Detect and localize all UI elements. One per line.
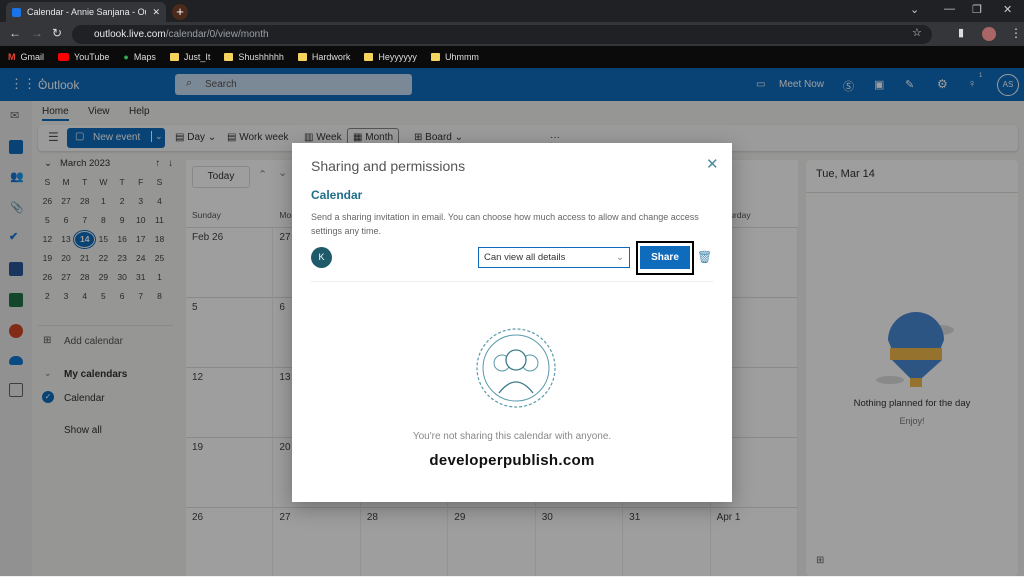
permission-dropdown[interactable]: Can view all details ⌄ xyxy=(478,247,630,268)
minimize-icon[interactable]: — xyxy=(944,3,955,15)
folder-icon xyxy=(169,53,179,61)
bookmark-label: Heyyyyyy xyxy=(378,52,417,62)
close-tab-icon[interactable]: ✕ xyxy=(152,7,160,18)
bookmark-youtube[interactable]: YouTube xyxy=(58,52,109,62)
empty-sharing-message: You're not sharing this calendar with an… xyxy=(412,431,612,442)
bookmark-folder[interactable]: Shushhhhh xyxy=(224,52,284,62)
new-tab-button[interactable]: + xyxy=(172,4,188,20)
bookmark-label: Maps xyxy=(133,52,156,62)
permission-value: Can view all details xyxy=(484,252,566,263)
bookmark-label: Just_It xyxy=(183,52,211,62)
close-window-icon[interactable]: ✕ xyxy=(1003,3,1012,16)
outlook-favicon-icon xyxy=(12,7,21,17)
invitee-avatar: K xyxy=(311,247,332,268)
bookmark-gmail[interactable]: M Gmail xyxy=(8,52,44,62)
gmail-icon: M xyxy=(8,52,16,62)
bookmark-label: YouTube xyxy=(74,52,110,62)
tab-search-icon[interactable]: ⌄ xyxy=(910,3,919,16)
url-input[interactable]: outlook.live.com/calendar/0/view/month xyxy=(72,25,932,44)
sharing-permissions-dialog: Sharing and permissions ✕ Calendar Send … xyxy=(292,143,732,502)
url-path: /calendar/0/view/month xyxy=(165,29,269,40)
profile-avatar[interactable] xyxy=(982,27,996,41)
folder-icon xyxy=(297,53,307,61)
sidepanel-icon[interactable]: ▮ xyxy=(958,26,964,39)
watermark: developerpublish.com xyxy=(429,452,595,469)
bookmark-folder[interactable]: Just_It xyxy=(169,52,211,62)
maps-pin-icon: ● xyxy=(123,52,129,62)
bookmark-star-icon[interactable]: ☆ xyxy=(912,26,922,39)
back-icon[interactable]: ← xyxy=(9,26,21,40)
bookmarks-bar: M Gmail YouTube ● Maps Just_It Shushhhhh H… xyxy=(0,46,1024,68)
bookmark-maps[interactable]: ● Maps xyxy=(123,52,155,62)
folder-icon xyxy=(224,53,234,61)
bookmark-folder[interactable]: Uhmmm xyxy=(430,52,479,62)
restore-icon[interactable]: ❐ xyxy=(972,3,982,16)
close-icon[interactable]: ✕ xyxy=(706,155,719,173)
tab-title: Calendar - Annie Sanjana - Outlook xyxy=(27,7,146,17)
share-button[interactable]: Share xyxy=(640,246,690,269)
dialog-description: Send a sharing invitation in email. You … xyxy=(311,212,699,236)
youtube-icon xyxy=(58,53,70,61)
folder-icon xyxy=(364,53,374,61)
bookmark-label: Hardwork xyxy=(311,52,351,62)
folder-icon xyxy=(430,53,440,61)
bookmark-label: Shushhhhh xyxy=(238,52,284,62)
bookmark-folder[interactable]: Hardwork xyxy=(297,52,351,62)
reload-icon[interactable]: ↻ xyxy=(52,26,62,40)
bookmark-folder[interactable]: Heyyyyyy xyxy=(364,52,417,62)
browser-tab[interactable]: Calendar - Annie Sanjana - Outlook ✕ xyxy=(6,2,166,22)
browser-menu-icon[interactable]: ⋮ xyxy=(1010,26,1022,40)
url-host: outlook.live.com xyxy=(94,29,166,40)
divider xyxy=(311,281,713,282)
bookmark-label: Uhmmm xyxy=(444,52,479,62)
people-sharing-illustration xyxy=(476,328,556,408)
calendar-name: Calendar xyxy=(311,188,363,202)
bookmark-label: Gmail xyxy=(20,52,45,62)
dialog-title: Sharing and permissions xyxy=(311,158,466,174)
forward-icon[interactable]: → xyxy=(31,26,43,40)
chevron-down-icon: ⌄ xyxy=(616,252,624,263)
delete-icon[interactable]: 🗑 xyxy=(697,250,712,264)
